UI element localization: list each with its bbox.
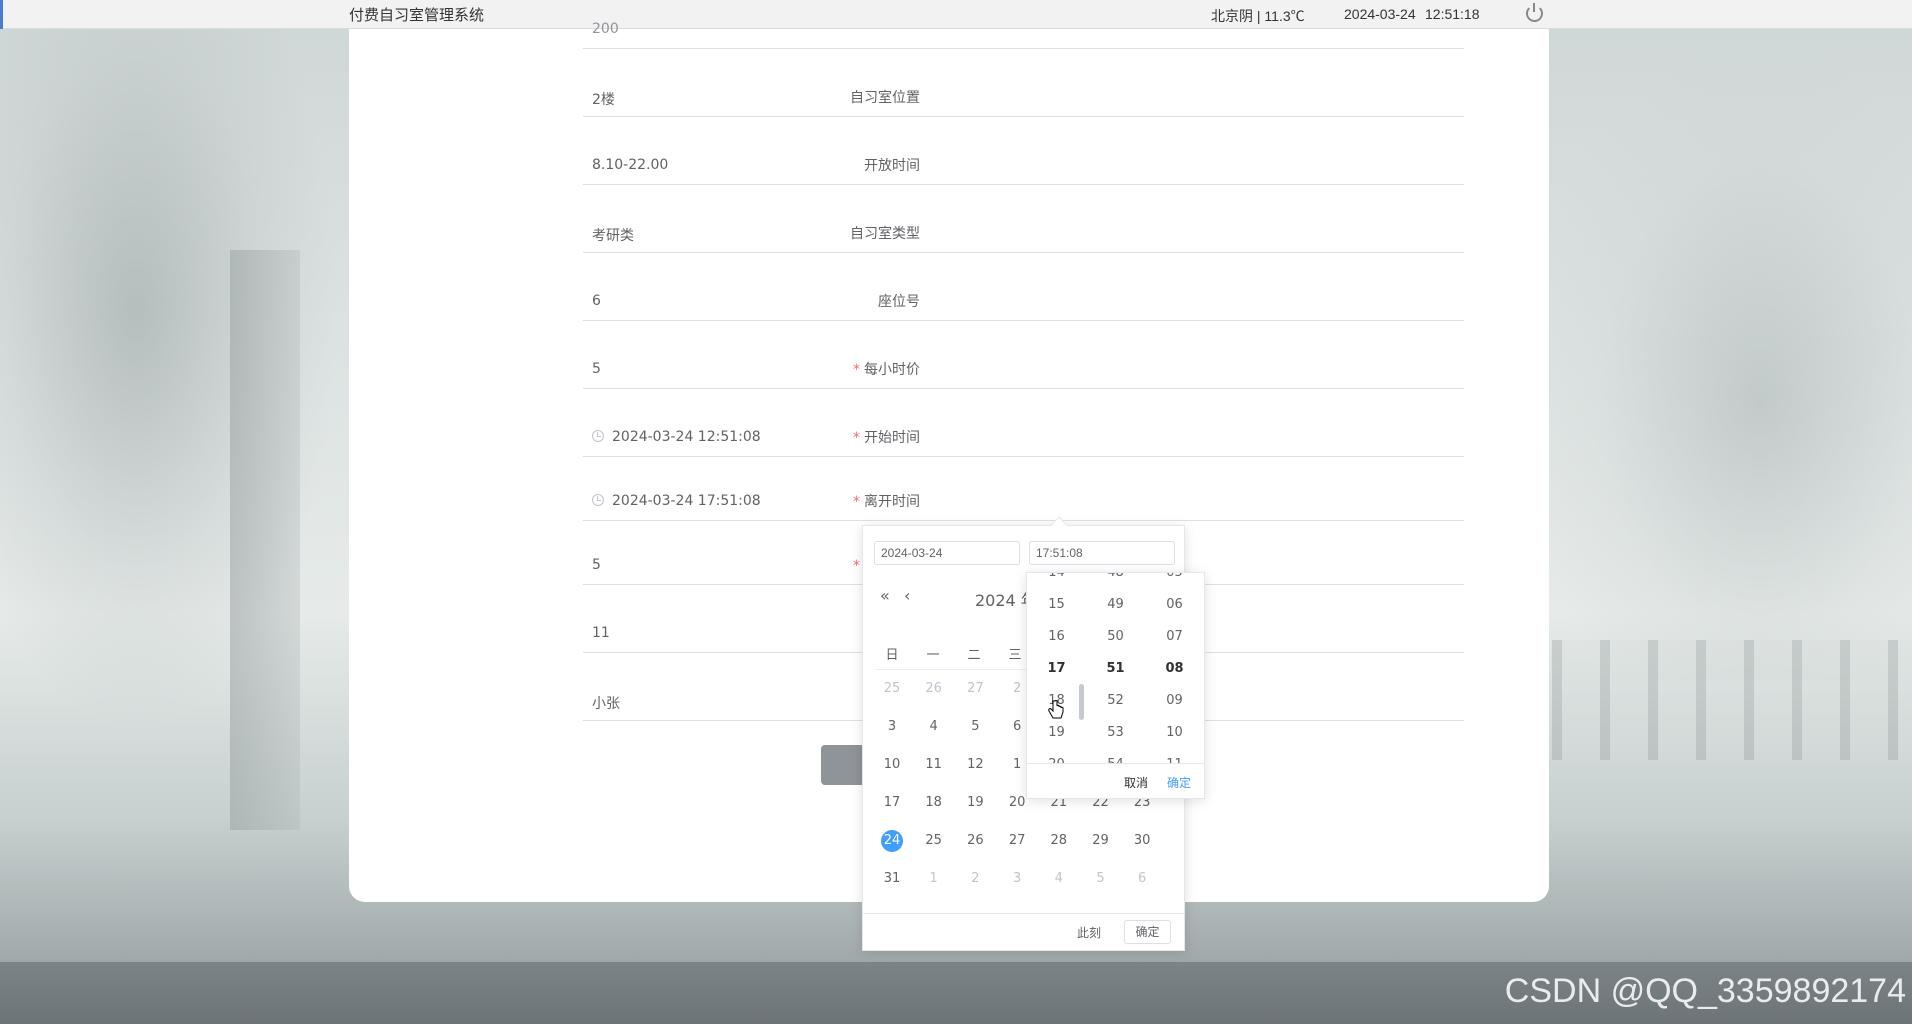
- day-cell-today[interactable]: 24: [875, 829, 909, 853]
- minute-option[interactable]: 53: [1086, 717, 1145, 749]
- hour-option[interactable]: 16: [1027, 621, 1086, 653]
- form-input[interactable]: 2024-03-24 12:51:08: [583, 417, 1464, 457]
- second-option[interactable]: 08: [1145, 653, 1204, 685]
- day-cell[interactable]: 25: [917, 829, 951, 853]
- minute-column[interactable]: 48495051525354: [1086, 573, 1145, 763]
- minute-option[interactable]: 48: [1086, 573, 1145, 589]
- hour-option[interactable]: 17: [1027, 653, 1086, 685]
- form-row: 自习室类型 考研类: [349, 213, 1549, 253]
- spinner-confirm-button[interactable]: 确定: [1167, 774, 1191, 791]
- day-cell[interactable]: 5: [1084, 867, 1118, 891]
- form-input-value: 11: [592, 625, 610, 641]
- form-row: 自习室位置 2楼: [349, 77, 1549, 117]
- form-input-value: 小张: [592, 696, 620, 712]
- day-cell[interactable]: 5: [958, 715, 992, 739]
- day-cell[interactable]: 28: [1042, 829, 1076, 853]
- day-cell[interactable]: 1: [917, 867, 951, 891]
- day-cell[interactable]: 11: [917, 753, 951, 777]
- form-input[interactable]: 8.10-22.00: [583, 145, 1464, 185]
- second-column[interactable]: 05060708091011: [1145, 573, 1204, 763]
- form-row: * 每小时价 5: [349, 349, 1549, 389]
- background-pavilion: [1532, 60, 1912, 680]
- second-option[interactable]: 07: [1145, 621, 1204, 653]
- day-cell[interactable]: 31: [875, 867, 909, 891]
- form-input[interactable]: 5: [583, 349, 1464, 389]
- hour-option[interactable]: 20: [1027, 749, 1086, 763]
- minute-option[interactable]: 51: [1086, 653, 1145, 685]
- form-input-value: 考研类: [592, 228, 634, 244]
- form-input-value: 5: [592, 557, 601, 573]
- day-cell[interactable]: 27: [958, 677, 992, 701]
- second-option[interactable]: 05: [1145, 573, 1204, 589]
- form-input-value: 2024-03-24 17:51:08: [612, 493, 761, 509]
- clock-icon: [592, 430, 604, 442]
- day-cell[interactable]: 4: [917, 715, 951, 739]
- picker-footer: 此刻 确定: [863, 913, 1184, 951]
- hand-cursor-icon: [1048, 700, 1064, 719]
- minute-option[interactable]: 49: [1086, 589, 1145, 621]
- form-row-partial: 200: [349, 9, 1549, 49]
- form-input[interactable]: 2024-03-24 17:51:08: [583, 481, 1464, 521]
- day-cell[interactable]: 4: [1042, 867, 1076, 891]
- hour-option[interactable]: 14: [1027, 573, 1086, 589]
- minute-option[interactable]: 54: [1086, 749, 1145, 763]
- watermark: CSDN @QQ_3359892174: [1504, 972, 1906, 1010]
- form-input-value: 6: [592, 293, 601, 309]
- day-cell[interactable]: 29: [1084, 829, 1118, 853]
- picker-confirm-button[interactable]: 确定: [1124, 920, 1171, 944]
- minute-option[interactable]: 50: [1086, 621, 1145, 653]
- day-cell[interactable]: 18: [917, 791, 951, 815]
- form-input-value: 5: [592, 361, 601, 377]
- day-cell[interactable]: 25: [875, 677, 909, 701]
- day-cell[interactable]: 3: [1000, 867, 1034, 891]
- form-input[interactable]: 6: [583, 281, 1464, 321]
- day-cell[interactable]: 10: [875, 753, 909, 777]
- day-cell[interactable]: 26: [917, 677, 951, 701]
- form-row: * 离开时间 2024-03-24 17:51:08: [349, 481, 1549, 521]
- minute-option[interactable]: 52: [1086, 685, 1145, 717]
- form-input-value: 2楼: [592, 92, 615, 108]
- form-row: * 开始时间 2024-03-24 12:51:08: [349, 417, 1549, 457]
- hour-scrollbar[interactable]: [1079, 684, 1084, 720]
- form-row: 开放时间 8.10-22.00: [349, 145, 1549, 185]
- day-cell[interactable]: 19: [958, 791, 992, 815]
- hour-option[interactable]: 15: [1027, 589, 1086, 621]
- day-cell[interactable]: 26: [958, 829, 992, 853]
- day-cell[interactable]: 3: [875, 715, 909, 739]
- spinner-cancel-button[interactable]: 取消: [1124, 774, 1148, 791]
- partial-field-value: 200: [592, 21, 619, 37]
- background-railing: [1552, 640, 1912, 760]
- day-cell[interactable]: 30: [1125, 829, 1159, 853]
- time-spinner: 14151617181920 48495051525354 0506070809…: [1026, 572, 1205, 799]
- form-input[interactable]: 2楼: [583, 77, 1464, 117]
- second-option[interactable]: 09: [1145, 685, 1204, 717]
- left-edge-marker: [0, 0, 10, 29]
- second-option[interactable]: 11: [1145, 749, 1204, 763]
- background-pillar: [230, 250, 300, 830]
- day-cell[interactable]: 27: [1000, 829, 1034, 853]
- day-cell[interactable]: 2: [958, 867, 992, 891]
- form-input[interactable]: 考研类: [583, 213, 1464, 253]
- day-cell[interactable]: 6: [1125, 867, 1159, 891]
- day-cell[interactable]: 12: [958, 753, 992, 777]
- partial-field[interactable]: 200: [583, 9, 1464, 49]
- clock-icon: [592, 494, 604, 506]
- second-option[interactable]: 10: [1145, 717, 1204, 749]
- spinner-footer: 取消 确定: [1027, 763, 1204, 798]
- now-button[interactable]: 此刻: [1077, 924, 1101, 941]
- hour-column[interactable]: 14151617181920: [1027, 573, 1086, 763]
- day-cell[interactable]: 17: [875, 791, 909, 815]
- form-input-value: 8.10-22.00: [592, 157, 669, 173]
- form-row: 座位号 6: [349, 281, 1549, 321]
- second-option[interactable]: 06: [1145, 589, 1204, 621]
- form-input-value: 2024-03-24 12:51:08: [612, 429, 761, 445]
